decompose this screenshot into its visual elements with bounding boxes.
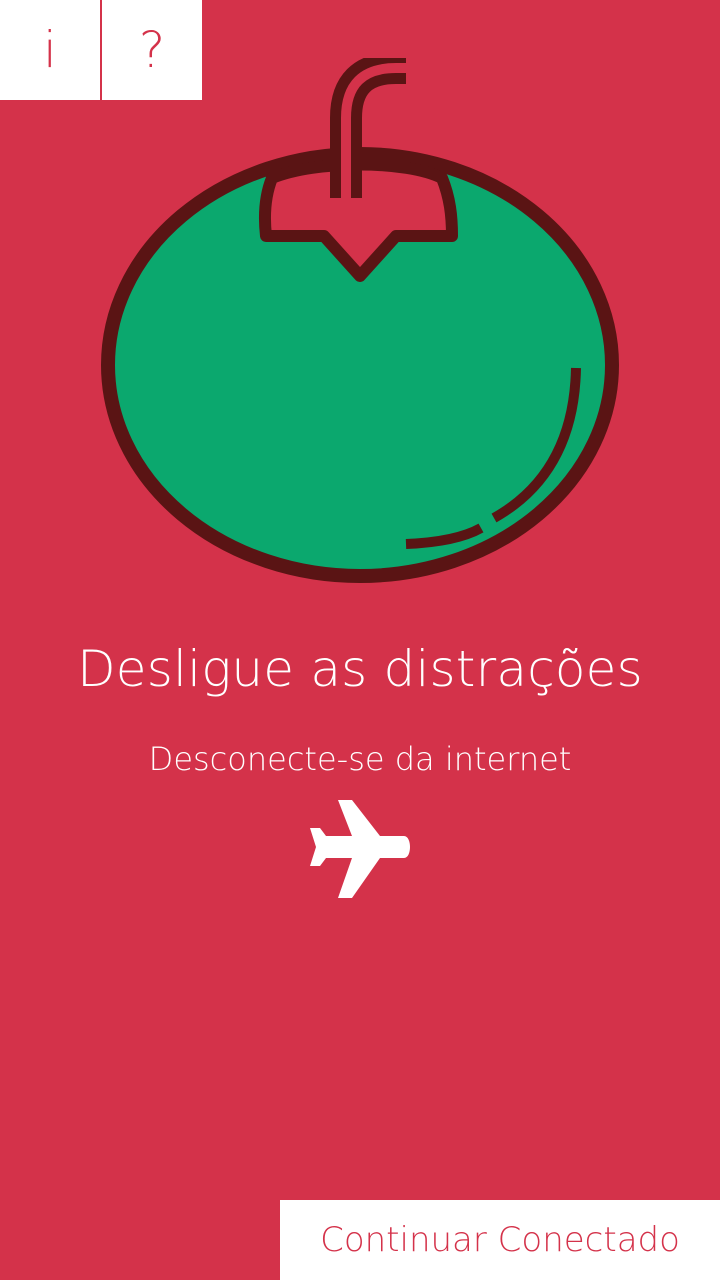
continue-connected-label: Continuar Conectado [320, 1220, 680, 1260]
page-subtitle: Desconecte-se da internet [148, 740, 572, 778]
info-label: i [43, 21, 57, 79]
page-title: Desligue as distrações [77, 640, 643, 698]
airplane-icon[interactable] [308, 800, 412, 898]
info-button[interactable]: i [0, 0, 100, 100]
continue-connected-button[interactable]: Continuar Conectado [280, 1200, 720, 1280]
tomato-icon [101, 58, 619, 583]
